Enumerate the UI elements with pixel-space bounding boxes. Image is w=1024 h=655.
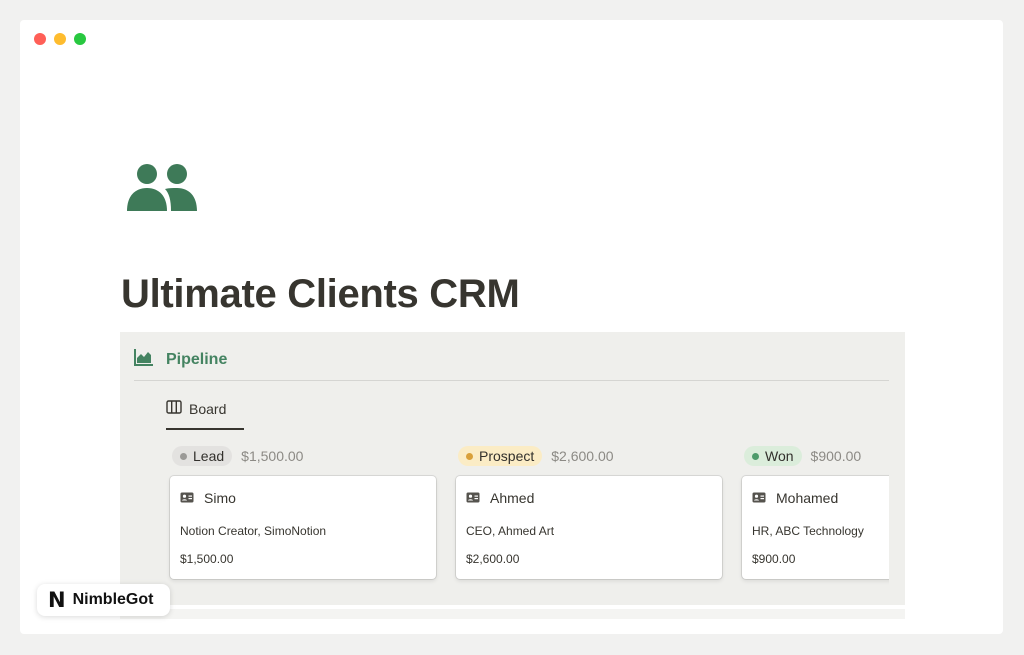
- column-sum: $900.00: [810, 448, 862, 464]
- page-title: Ultimate Clients CRM: [121, 272, 520, 316]
- board-column-prospect: Prospect $2,600.00: [458, 444, 614, 468]
- status-dot: [180, 452, 187, 460]
- column-sum: $2,600.00: [551, 448, 614, 464]
- database-footer: [120, 609, 905, 619]
- client-card[interactable]: Mohamed HR, ABC Technology $900.00: [742, 476, 889, 579]
- people-icon[interactable]: [125, 162, 199, 212]
- card-title: Mohamed: [752, 490, 838, 506]
- client-name: Simo: [204, 490, 236, 506]
- status-label: Prospect: [479, 448, 535, 464]
- board-column-lead: Lead $1,500.00: [172, 444, 303, 468]
- window-controls: [34, 33, 86, 45]
- status-dot: [466, 452, 473, 460]
- deal-amount: $900.00: [752, 552, 796, 566]
- card-title: Simo: [180, 490, 236, 506]
- client-role: HR, ABC Technology: [752, 524, 864, 538]
- contact-card-icon: [180, 490, 194, 506]
- client-card[interactable]: Simo Notion Creator, SimoNotion $1,500.0…: [170, 476, 436, 579]
- board: Lead $1,500.00 Simo Notion Creator, Simo…: [120, 332, 889, 605]
- app-window: Ultimate Clients CRM Pipeline Board Lead…: [20, 20, 1003, 634]
- deal-amount: $2,600.00: [466, 552, 520, 566]
- status-dot: [752, 452, 759, 460]
- status-pill[interactable]: Lead: [172, 446, 233, 466]
- zoom-window-button[interactable]: [74, 33, 86, 45]
- board-column-won: Won $900.00: [744, 444, 861, 468]
- close-window-button[interactable]: [34, 33, 46, 45]
- client-name: Mohamed: [776, 490, 839, 506]
- contact-card-icon: [466, 490, 480, 506]
- minimize-window-button[interactable]: [54, 33, 66, 45]
- status-label: Won: [765, 448, 794, 464]
- badge-text: NimbleGot: [72, 591, 154, 608]
- contact-card-icon: [752, 490, 766, 506]
- status-pill[interactable]: Won: [744, 446, 802, 466]
- column-sum: $1,500.00: [241, 448, 304, 464]
- column-header: Won $900.00: [744, 444, 861, 468]
- client-role: Notion Creator, SimoNotion: [180, 524, 327, 538]
- column-header: Prospect $2,600.00: [458, 444, 614, 468]
- card-title: Ahmed: [466, 490, 534, 506]
- client-name: Ahmed: [490, 490, 535, 506]
- client-card[interactable]: Ahmed CEO, Ahmed Art $2,600.00: [456, 476, 722, 579]
- pipeline-database: Pipeline Board Lead $1,500.00 Simo Notio…: [120, 332, 905, 605]
- deal-amount: $1,500.00: [180, 552, 234, 566]
- status-label: Lead: [193, 448, 225, 464]
- column-header: Lead $1,500.00: [172, 444, 303, 468]
- client-role: CEO, Ahmed Art: [466, 524, 555, 538]
- nimblegot-badge[interactable]: N NimbleGot: [37, 584, 170, 616]
- nimblegot-logo-icon: N: [48, 588, 66, 612]
- status-pill[interactable]: Prospect: [458, 446, 543, 466]
